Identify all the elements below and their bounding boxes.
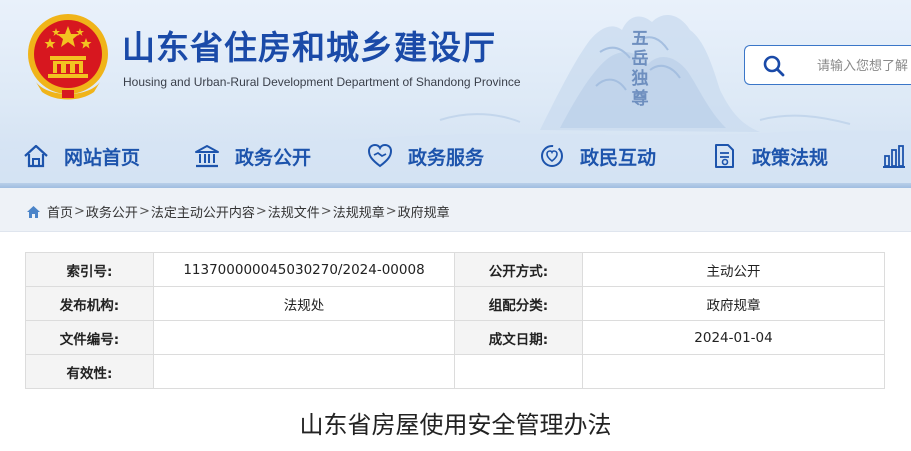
breadcrumb-separator: > [255, 204, 267, 219]
written-date-value: 2024-01-04 [582, 320, 885, 355]
category-value: 政府规章 [582, 286, 885, 321]
svg-text:岳: 岳 [632, 49, 649, 69]
table-row: 索引号: 113700000045030270/2024-00008 公开方式:… [25, 252, 885, 287]
wuyue-calligraphy-seal: 五 岳 独 尊 [632, 29, 649, 108]
document-number-label: 文件编号: [25, 320, 154, 355]
index-number-value: 113700000045030270/2024-00008 [153, 252, 455, 287]
nav-label: 政务公开 [235, 146, 312, 169]
handshake-heart-icon [367, 143, 393, 168]
document-title: 山东省房屋使用安全管理办法 [299, 411, 612, 439]
validity-label: 有效性: [25, 354, 154, 389]
nav-item-policies-regulations[interactable]: 政策法规 [710, 134, 828, 178]
empty-cell [582, 354, 885, 389]
breadcrumb: 首页 > 政务公开 > 法定主动公开内容 > 法规文件 > 法规规章 > 政府规… [26, 202, 450, 221]
nav-item-public-interaction[interactable]: 政民互动 [538, 134, 656, 178]
home-icon [27, 205, 40, 218]
svg-text:五: 五 [632, 29, 649, 49]
breadcrumb-link-regulation-documents[interactable]: 法规文件 [268, 202, 320, 221]
breadcrumb-bar: 首页 > 政务公开 > 法定主动公开内容 > 法规文件 > 法规规章 > 政府规… [0, 188, 911, 232]
nav-label: 网站首页 [64, 146, 141, 169]
search-input[interactable] [815, 54, 911, 78]
empty-cell [454, 354, 583, 389]
disclosure-method-value: 主动公开 [582, 252, 885, 287]
nav-item-statistics[interactable] [880, 134, 911, 178]
site-title: 山东省住房和城乡建设厅 [122, 28, 496, 67]
nav-label: 政民互动 [580, 146, 657, 169]
breadcrumb-link-government-rules[interactable]: 政府规章 [398, 202, 450, 221]
table-row: 有效性: [25, 354, 885, 389]
statistics-chart-icon [883, 145, 905, 168]
document-number-value [153, 320, 455, 355]
search-icon[interactable] [763, 55, 785, 77]
main-nav: 网站首页 政务公开 政务服务 政民互动 政策法规 [0, 134, 911, 178]
nav-item-home[interactable]: 网站首页 [22, 134, 140, 178]
breadcrumb-link-laws-rules[interactable]: 法规规章 [333, 202, 385, 221]
breadcrumb-link-statutory-disclosure[interactable]: 法定主动公开内容 [151, 202, 255, 221]
breadcrumb-link-government-affairs[interactable]: 政务公开 [86, 202, 138, 221]
written-date-label: 成文日期: [454, 320, 583, 355]
breadcrumb-separator: > [138, 204, 150, 219]
index-number-label: 索引号: [25, 252, 154, 287]
svg-text:尊: 尊 [632, 88, 649, 108]
breadcrumb-separator: > [320, 204, 332, 219]
nav-item-government-services[interactable]: 政务服务 [366, 134, 484, 178]
breadcrumb-separator: > [74, 204, 85, 219]
government-building-icon [195, 145, 219, 168]
table-row: 文件编号: 成文日期: 2024-01-04 [25, 320, 885, 355]
national-emblem-logo [28, 14, 108, 100]
home-icon [24, 144, 48, 168]
nav-label: 政策法规 [752, 146, 829, 169]
issuing-agency-value: 法规处 [153, 286, 455, 321]
breadcrumb-link-home[interactable]: 首页 [47, 202, 73, 221]
disclosure-method-label: 公开方式: [454, 252, 583, 287]
site-header: 山东省住房和城乡建设厅 Housing and Urban-Rural Deve… [0, 0, 911, 188]
document-info-table: 索引号: 113700000045030270/2024-00008 公开方式:… [25, 252, 885, 389]
site-subtitle: Housing and Urban-Rural Development Depa… [123, 75, 521, 89]
search-box [744, 45, 911, 85]
table-row: 发布机构: 法规处 组配分类: 政府规章 [25, 286, 885, 321]
category-label: 组配分类: [454, 286, 583, 321]
validity-value [153, 354, 455, 389]
nav-label: 政务服务 [408, 146, 485, 169]
interaction-icon [541, 145, 563, 167]
nav-item-government-affairs[interactable]: 政务公开 [193, 134, 311, 178]
svg-text:独: 独 [632, 68, 649, 89]
document-icon [715, 144, 734, 168]
breadcrumb-separator: > [385, 204, 397, 219]
issuing-agency-label: 发布机构: [25, 286, 154, 321]
